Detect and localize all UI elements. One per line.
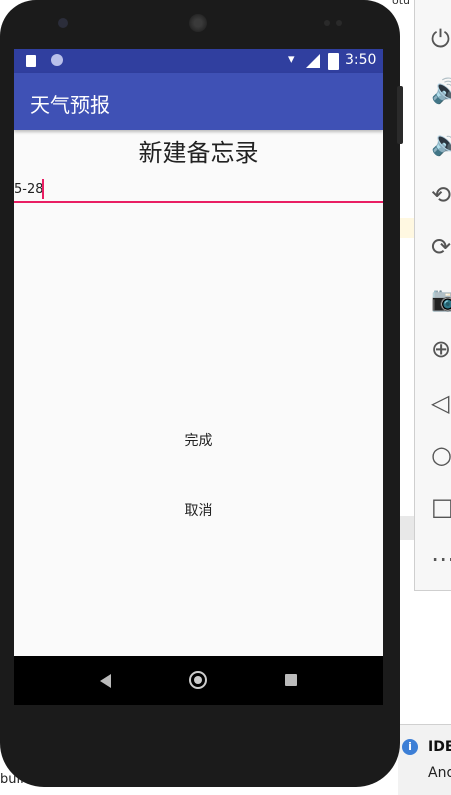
nav-back-icon[interactable] bbox=[100, 674, 111, 688]
more-icon[interactable]: ⋯ bbox=[431, 544, 451, 574]
volume-down-icon[interactable]: 🔉 bbox=[431, 128, 451, 158]
navigation-bar bbox=[14, 656, 383, 705]
memo-input[interactable] bbox=[14, 177, 383, 203]
app-title: 天气预报 bbox=[30, 93, 110, 117]
back-icon[interactable]: ◁ bbox=[431, 388, 451, 418]
ide-notification-subtitle: And bbox=[428, 765, 451, 781]
sensor bbox=[324, 20, 330, 26]
home-icon[interactable]: ○ bbox=[431, 440, 451, 470]
emulator-toolbar: ⏻ 🔊 🔉 ⟲ ⟳ 📷 ⊕ ◁ ○ □ ⋯ bbox=[414, 0, 451, 591]
rotate-left-icon[interactable]: ⟲ bbox=[431, 180, 451, 210]
wifi-icon: ▾ bbox=[288, 52, 295, 67]
sensor bbox=[336, 20, 342, 26]
ide-editor-highlight bbox=[400, 218, 414, 238]
speaker-grille bbox=[189, 14, 207, 32]
nav-recent-icon[interactable] bbox=[285, 674, 297, 686]
info-icon: i bbox=[402, 739, 418, 755]
app-bar: 天气预报 bbox=[14, 73, 383, 130]
ide-top-fragment: otu bbox=[392, 0, 411, 7]
front-camera bbox=[58, 18, 68, 28]
sd-card-icon bbox=[26, 55, 36, 67]
camera-icon[interactable]: 📷 bbox=[431, 284, 451, 314]
sync-icon bbox=[51, 54, 63, 66]
ide-notification-title: IDE bbox=[428, 739, 451, 755]
rotate-right-icon[interactable]: ⟳ bbox=[431, 232, 451, 262]
status-bar: ▾ 3:50 bbox=[14, 49, 383, 73]
status-time: 3:50 bbox=[345, 52, 377, 68]
nav-home-icon[interactable] bbox=[189, 671, 207, 689]
ide-notification[interactable]: i IDE And bbox=[398, 724, 451, 795]
power-side-button[interactable] bbox=[397, 86, 403, 144]
ide-panel-edge bbox=[400, 516, 414, 540]
page-title: 新建备忘录 bbox=[138, 139, 259, 167]
signal-icon bbox=[306, 54, 320, 68]
power-icon[interactable]: ⏻ bbox=[431, 24, 451, 54]
zoom-icon[interactable]: ⊕ bbox=[431, 334, 451, 364]
battery-icon bbox=[328, 53, 339, 70]
done-button[interactable]: 完成 bbox=[14, 420, 383, 460]
volume-up-icon[interactable]: 🔊 bbox=[431, 76, 451, 106]
text-cursor bbox=[42, 179, 44, 199]
device-screen: ▾ 3:50 天气预报 新建备忘录 完成 取消 bbox=[14, 49, 383, 705]
cancel-button[interactable]: 取消 bbox=[14, 490, 383, 530]
phone-frame: ▾ 3:50 天气预报 新建备忘录 完成 取消 bbox=[0, 0, 403, 787]
overview-icon[interactable]: □ bbox=[431, 492, 451, 522]
